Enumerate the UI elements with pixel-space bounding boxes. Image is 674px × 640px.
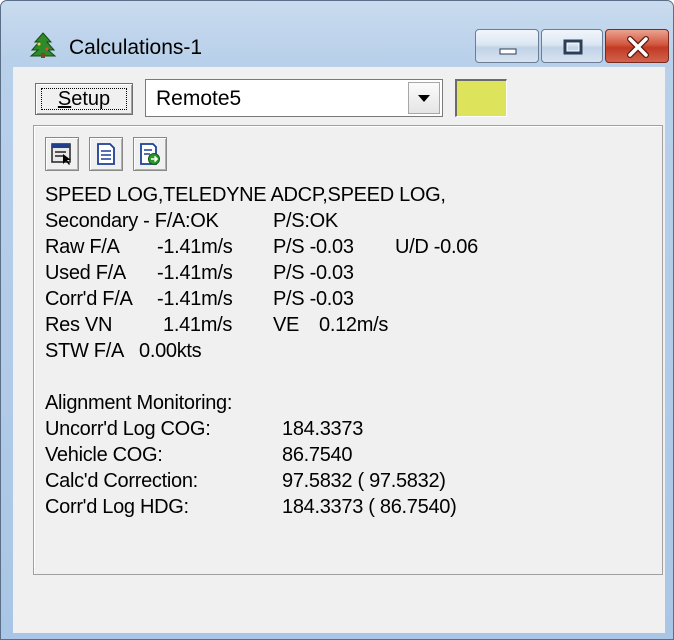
alignment-row: Calc'd Correction: 97.5832 ( 97.5832) [45,468,655,494]
data-view-button[interactable] [45,137,79,171]
alignment-value: 97.5832 ( 97.5832) [282,470,446,492]
stw-row: STW F/A 0.00kts [45,338,655,364]
corrd-fa-value: -1.41m/s [157,288,233,310]
calculation-panel: SPEED LOG,TELEDYNE ADCP,SPEED LOG, Secon… [33,125,663,575]
alignment-label: Calc'd Correction: [45,470,198,492]
corrd-ps: P/S -0.03 [273,288,354,310]
dropdown-arrow-button[interactable] [408,82,440,114]
alignment-row: Vehicle COG: 86.7540 [45,442,655,468]
alignment-row: Corr'd Log HDG: 184.3373 ( 86.7540) [45,494,655,520]
document-icon [97,143,115,165]
export-icon [140,143,160,165]
calculations-window: Calculations-1 Setup Remote5 SPEED LOG,T… [0,0,674,640]
window-title: Calculations-1 [69,36,203,59]
calculation-readout: SPEED LOG,TELEDYNE ADCP,SPEED LOG, Secon… [45,182,655,520]
secondary-ps: P/S:OK [273,210,338,232]
used-fa-label: Used F/A [45,262,126,284]
client-area: Setup Remote5 SPEED LOG,TELEDYNE ADCP,SP… [13,67,665,633]
alignment-heading: Alignment Monitoring: [45,392,233,414]
source-dropdown[interactable]: Remote5 [145,79,443,117]
used-row: Used F/A -1.41m/s P/S -0.03 [45,260,655,286]
res-vn-label: Res VN [45,314,113,336]
data-view-icon [51,143,71,165]
raw-ps: P/S -0.03 [273,236,354,258]
res-ve-value: 0.12m/s [319,314,389,336]
maximize-button[interactable] [541,29,603,63]
source-line: SPEED LOG,TELEDYNE ADCP,SPEED LOG, [45,182,655,208]
raw-fa-value: -1.41m/s [157,236,233,258]
minimize-button[interactable] [475,29,539,63]
used-fa-value: -1.41m/s [157,262,233,284]
res-vn-value: 1.41m/s [163,314,233,336]
maximize-icon [563,39,583,55]
raw-row: Raw F/A -1.41m/s P/S -0.03 U/D -0.06 [45,234,655,260]
raw-ud: U/D -0.06 [395,236,478,258]
setup-button[interactable]: Setup [35,83,133,115]
alignment-label: Uncorr'd Log COG: [45,418,211,440]
status-color-indicator [455,79,507,117]
alignment-label: Vehicle COG: [45,444,163,466]
res-row: Res VN 1.41m/s VE 0.12m/s [45,312,655,338]
alignment-value: 86.7540 [282,444,353,466]
minimize-icon [499,48,517,55]
close-icon [627,36,649,58]
secondary-row: Secondary - F/A:OK P/S:OK [45,208,655,234]
title-bar[interactable]: Calculations-1 [1,1,673,63]
alignment-value: 184.3373 ( 86.7540) [282,496,457,518]
corrd-fa-label: Corr'd F/A [45,288,133,310]
source-text: SPEED LOG,TELEDYNE ADCP,SPEED LOG, [45,184,446,206]
corrd-row: Corr'd F/A -1.41m/s P/S -0.03 [45,286,655,312]
res-ve-label: VE [273,314,300,336]
used-ps: P/S -0.03 [273,262,354,284]
export-button[interactable] [133,137,167,171]
alignment-label: Corr'd Log HDG: [45,496,189,518]
stw-value: 0.00kts [139,340,202,362]
source-value: Remote5 [156,87,242,110]
document-button[interactable] [89,137,123,171]
stw-label: STW F/A [45,340,125,362]
close-button[interactable] [605,29,669,63]
secondary-label: Secondary - F/A:OK [45,210,219,232]
tree-app-icon [29,32,57,58]
alignment-heading-row: Alignment Monitoring: [45,390,655,416]
focus-rect [41,88,127,110]
raw-fa-label: Raw F/A [45,236,120,258]
alignment-row: Uncorr'd Log COG: 184.3373 [45,416,655,442]
chevron-down-icon [418,95,430,102]
alignment-value: 184.3373 [282,418,364,440]
